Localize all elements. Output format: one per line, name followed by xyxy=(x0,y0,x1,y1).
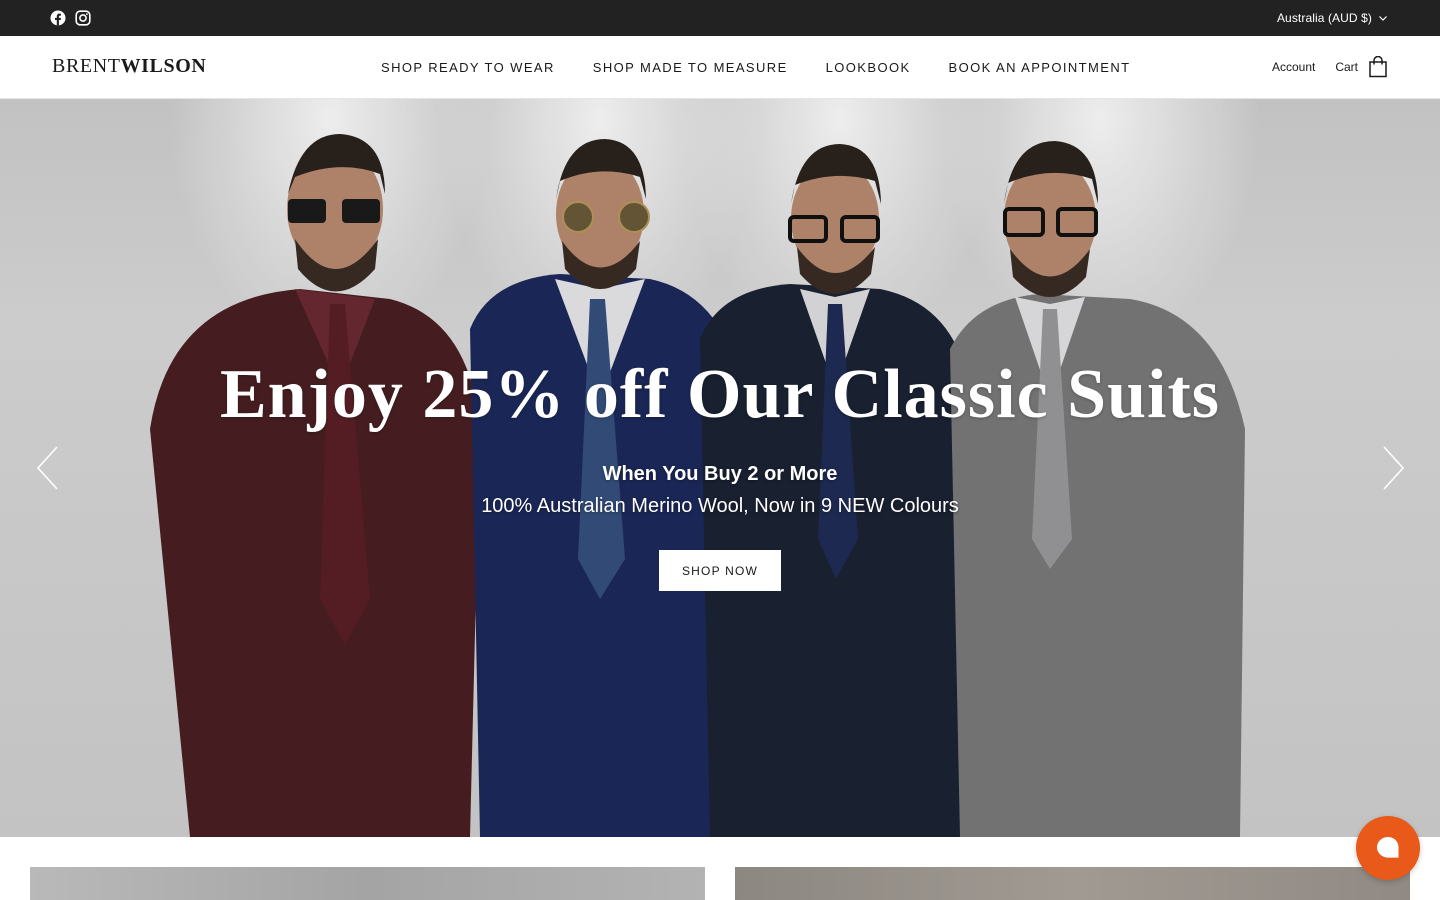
cart-label: Cart xyxy=(1335,60,1358,74)
instagram-icon xyxy=(75,10,91,26)
main-nav: SHOP READY TO WEAR SHOP MADE TO MEASURE … xyxy=(381,36,1130,98)
social-links xyxy=(50,10,91,26)
chevron-down-icon xyxy=(1379,16,1387,21)
nav-shop-made-to-measure[interactable]: SHOP MADE TO MEASURE xyxy=(593,60,788,75)
announcement-bar: Australia (AUD $) xyxy=(0,0,1440,36)
locale-selector[interactable]: Australia (AUD $) xyxy=(1277,0,1388,36)
hero-subtitle: When You Buy 2 or More xyxy=(602,463,838,485)
locale-label: Australia (AUD $) xyxy=(1276,11,1372,25)
shop-now-button[interactable]: SHOP NOW xyxy=(659,550,781,591)
category-tile-left[interactable] xyxy=(30,867,705,900)
facebook-link[interactable] xyxy=(50,10,66,26)
cart-link[interactable]: Cart xyxy=(1335,56,1388,78)
instagram-link[interactable] xyxy=(75,10,91,26)
logo-text-wilson: WILSON xyxy=(120,55,207,77)
chat-launcher-button[interactable] xyxy=(1356,816,1420,880)
facebook-icon xyxy=(50,10,66,26)
chevron-right-icon[interactable] xyxy=(1378,444,1408,492)
brand-logo[interactable]: BRENTWILSON xyxy=(52,55,206,78)
header-actions: Account Cart xyxy=(1272,36,1388,98)
hero-banner: Enjoy 25% off Our Classic Suits When You… xyxy=(0,99,1440,837)
nav-book-an-appointment[interactable]: BOOK AN APPOINTMENT xyxy=(949,60,1131,75)
hero-subtitle-secondary: 100% Australian Merino Wool, Now in 9 NE… xyxy=(481,495,959,517)
shopping-bag-icon xyxy=(1369,56,1387,78)
nav-lookbook[interactable]: LOOKBOOK xyxy=(826,60,911,75)
nav-shop-ready-to-wear[interactable]: SHOP READY TO WEAR xyxy=(381,60,555,75)
site-header: BRENTWILSON SHOP READY TO WEAR SHOP MADE… xyxy=(0,36,1440,99)
logo-text-brent: BRENT xyxy=(52,55,121,77)
category-tile-right[interactable] xyxy=(735,867,1410,900)
hero-title: Enjoy 25% off Our Classic Suits xyxy=(219,356,1221,433)
chevron-left-icon[interactable] xyxy=(33,444,63,492)
chat-bubble-icon xyxy=(1377,837,1399,858)
account-link[interactable]: Account xyxy=(1272,60,1315,74)
